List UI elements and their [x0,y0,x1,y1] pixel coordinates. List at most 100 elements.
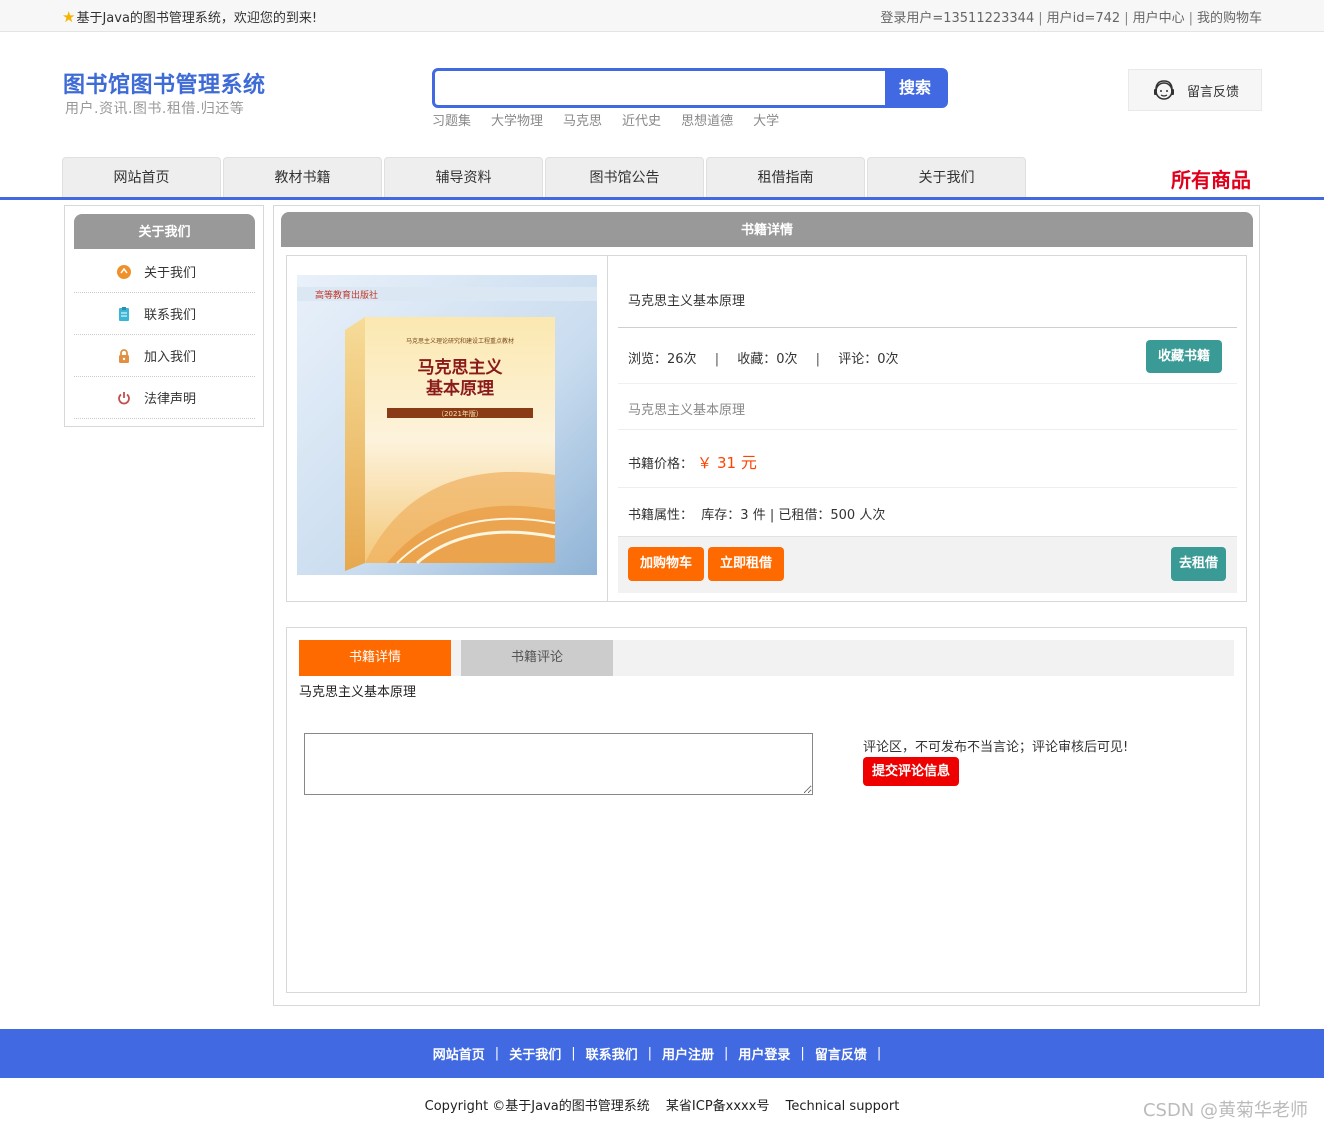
tab-book-comments[interactable]: 书籍评论 [461,640,613,676]
comments-label: 评论： [838,352,878,367]
favorite-book-button[interactable]: 收藏书籍 [1146,340,1222,373]
login-user-link[interactable]: 登录用户=13511223344 [880,11,1034,26]
stock-value: 3 件 [740,508,766,523]
favorites-label: 收藏： [737,352,777,367]
tab-content-text: 马克思主义基本原理 [299,685,417,700]
icp-text: 某省ICP备xxxx号 [665,1099,770,1114]
about-icon [116,264,132,280]
feedback-button[interactable]: 留言反馈 [1128,69,1262,111]
star-icon: ★ [62,7,76,26]
book-tabs-box: 书籍详情 书籍评论 马克思主义基本原理 评论区，不可发布不当言论；评论审核后可见… [286,627,1247,993]
book-stats-row: 浏览：26次 | 收藏：0次 | 评论：0次 收藏书籍 [618,328,1237,384]
cart-link[interactable]: 我的购物车 [1197,11,1262,26]
sidebar-item-label: 法律声明 [144,392,197,407]
nav-divider [0,197,1324,200]
rent-now-button[interactable]: 立即租借 [708,547,784,581]
hotword-link[interactable]: 习题集 [432,110,471,129]
go-rent-button[interactable]: 去租借 [1171,547,1226,581]
favorites-count: 0次 [776,352,798,367]
nav-item-textbooks[interactable]: 教材书籍 [223,157,382,197]
rented-label: 已租借： [778,508,831,523]
cover-series: 马克思主义理论研究和建设工程重点教材 [406,337,514,345]
cover-title-1: 马克思主义 [418,357,503,378]
book-cover-image: 高等教育出版社 马克思主义理论研究和建设工程重点教材 马克思主义 基本原理 （2… [297,275,597,575]
all-goods-link[interactable]: 所有商品 [1171,164,1251,193]
nav-item-about[interactable]: 关于我们 [867,157,1026,197]
footer-link-about[interactable]: 关于我们 [509,1044,561,1063]
book-name-row: 马克思主义基本原理 [618,256,1237,328]
book-detail-panel: 书籍详情 高等教育出版社 马克思主义理论研究和建设工程重点教材 马克思主义 基本… [273,205,1260,1006]
sidebar-item-about[interactable]: 关于我们 [74,251,255,293]
rented-value: 500 人次 [830,508,886,523]
tab-book-details[interactable]: 书籍详情 [299,640,451,676]
views-label: 浏览： [628,352,668,367]
sidebar-item-join[interactable]: 加入我们 [74,335,255,377]
price-unit: 元 [740,453,757,472]
book-actions-row: 加购物车 立即租借 去租借 [618,536,1237,593]
footer-link-home[interactable]: 网站首页 [433,1044,485,1063]
book-subtitle: 马克思主义基本原理 [628,403,746,418]
nav-item-rental-guide[interactable]: 租借指南 [706,157,865,197]
add-to-cart-button[interactable]: 加购物车 [628,547,704,581]
customer-service-icon [1154,80,1174,100]
user-links: 登录用户=13511223344 | 用户id=742 | 用户中心 | 我的购物车 [880,11,1262,26]
hot-search-words: 习题集 大学物理 马克思 近代史 思想道德 大学 [432,110,799,129]
cover-publisher: 高等教育出版社 [315,289,378,301]
nav-item-materials[interactable]: 辅导资料 [384,157,543,197]
top-bar: ★ 基于Java的图书管理系统，欢迎您的到来! 登录用户=13511223344… [0,0,1324,32]
book-subtitle-row: 马克思主义基本原理 [618,384,1237,430]
footer-links: 网站首页 | 关于我们 | 联系我们 | 用户注册 | 用户登录 | 留言反馈 | [0,1029,1324,1078]
footer-link-register[interactable]: 用户注册 [662,1044,714,1063]
site-title[interactable]: 图书馆图书管理系统 [63,67,266,99]
book-attributes-row: 书籍属性： 库存：3 件 | 已租借：500 人次 [628,508,886,523]
cover-column: 高等教育出版社 马克思主义理论研究和建设工程重点教材 马克思主义 基本原理 （2… [287,256,608,601]
welcome-label: 基于Java的图书管理系统，欢迎您的到来! [76,11,318,26]
sidebar-item-legal[interactable]: 法律声明 [74,377,255,419]
hotword-link[interactable]: 马克思 [563,110,602,129]
feedback-label: 留言反馈 [1187,84,1240,100]
csdn-watermark: CSDN @黄菊华老师 [1142,1100,1308,1121]
hotword-link[interactable]: 大学 [753,110,779,129]
price-label: 书籍价格： [628,457,694,472]
sidebar-item-label: 加入我们 [144,350,197,365]
sidebar-item-label: 联系我们 [144,308,197,323]
search-input[interactable] [435,71,885,105]
footer-link-contact[interactable]: 联系我们 [586,1044,638,1063]
power-icon [116,390,132,406]
search-box: 搜索 [432,68,948,108]
sidebar-title: 关于我们 [74,214,255,249]
hotword-link[interactable]: 大学物理 [491,110,543,129]
comment-notice: 评论区，不可发布不当言论；评论审核后可见! [863,740,1129,755]
main-nav: 网站首页 教材书籍 辅导资料 图书馆公告 租借指南 关于我们 [62,157,1028,197]
comments-count: 0次 [877,352,899,367]
site-subtitle: 用户.资讯.图书.租借.归还等 [65,101,245,117]
copyright: Copyright ©基于Java的图书管理系统 某省ICP备xxxx号 Tec… [0,1095,1324,1114]
submit-comment-button[interactable]: 提交评论信息 [863,757,959,786]
search-button[interactable]: 搜索 [885,71,945,105]
copyright-text: Copyright ©基于Java的图书管理系统 [424,1099,650,1114]
comment-input[interactable] [304,733,813,795]
cover-edition: （2021年版） [437,409,483,418]
book-detail-box: 高等教育出版社 马克思主义理论研究和建设工程重点教材 马克思主义 基本原理 （2… [286,255,1247,602]
views-count: 26次 [667,352,697,367]
nav-item-home[interactable]: 网站首页 [62,157,221,197]
sidebar-list: 关于我们 联系我们 加入我们 法律声明 [74,251,255,419]
book-price-row: 书籍价格： ￥ 31 元 [618,430,1237,488]
hotword-link[interactable]: 近代史 [622,110,661,129]
sidebar-item-contact[interactable]: 联系我们 [74,293,255,335]
nav-item-notices[interactable]: 图书馆公告 [545,157,704,197]
clipboard-icon [116,306,132,322]
welcome-text: ★ 基于Java的图书管理系统，欢迎您的到来! [62,7,318,27]
panel-title: 书籍详情 [281,212,1253,247]
user-id-link[interactable]: 用户id=742 [1047,11,1121,26]
sidebar: 关于我们 关于我们 联系我们 加入我们 法律声明 [64,205,264,427]
footer-link-feedback[interactable]: 留言反馈 [815,1044,867,1063]
hotword-link[interactable]: 思想道德 [681,110,733,129]
sidebar-item-label: 关于我们 [144,266,197,281]
user-center-link[interactable]: 用户中心 [1133,11,1185,26]
price-value: 31 [716,454,737,472]
book-name: 马克思主义基本原理 [628,294,746,309]
attr-label: 书籍属性： [628,508,694,523]
footer-link-login[interactable]: 用户登录 [738,1044,790,1063]
lock-icon [116,348,132,364]
